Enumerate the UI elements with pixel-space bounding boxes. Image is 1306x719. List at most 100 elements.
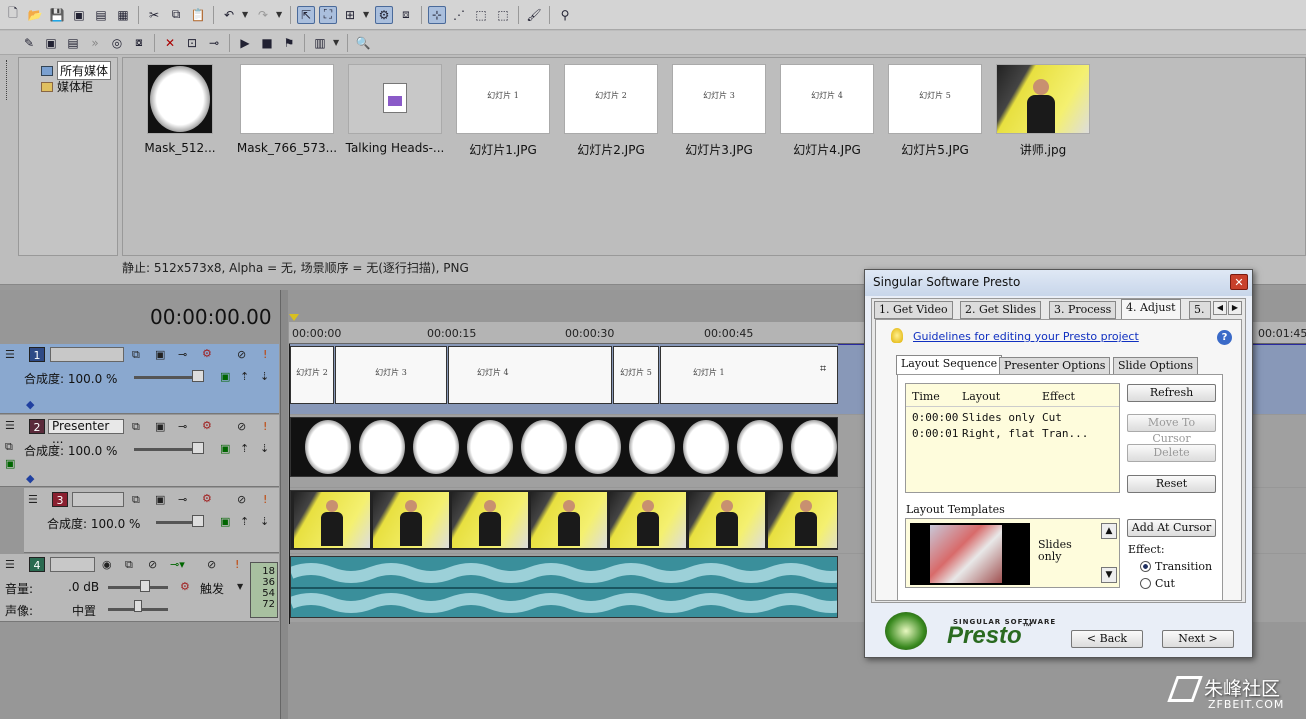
paste-icon[interactable]: 📋 (189, 6, 207, 24)
volume-slider[interactable] (108, 586, 168, 589)
tab-scroll-left-icon[interactable]: ◀ (1213, 301, 1227, 315)
cut-icon[interactable]: ✂ (145, 6, 163, 24)
track-header-splitter[interactable] (280, 290, 288, 719)
track-mute-icon[interactable]: ⊘ (207, 558, 216, 571)
back-button[interactable]: < Back (1071, 630, 1143, 648)
media-thumbnail[interactable] (240, 64, 334, 134)
opacity-slider-knob[interactable] (192, 370, 204, 382)
tab-scroll-right-icon[interactable]: ▶ (1228, 301, 1242, 315)
burn-icon[interactable]: ◎ (108, 34, 126, 52)
pan-slider-knob[interactable] (134, 600, 142, 612)
track-fx-icon[interactable]: ▣ (155, 348, 165, 361)
track-expand-icon[interactable]: ☰ (5, 558, 15, 571)
search-icon[interactable]: 🔍 (354, 34, 372, 52)
refresh-button[interactable]: Refresh (1127, 384, 1216, 402)
presenter-clip[interactable] (290, 490, 838, 550)
track-up-icon[interactable]: ⇡ (240, 515, 249, 528)
track-name-field[interactable] (72, 492, 124, 507)
track-expand-icon[interactable]: ☰ (28, 493, 38, 506)
reset-button[interactable]: Reset (1127, 475, 1216, 493)
web-icon[interactable]: » (86, 34, 104, 52)
track-fx-icon[interactable]: ⧉ (125, 558, 133, 572)
tab-get-slides[interactable]: 2. Get Slides (960, 301, 1041, 319)
stop-icon[interactable]: ■ (258, 34, 276, 52)
cursor-marker-icon[interactable] (289, 314, 299, 321)
opacity-slider-knob[interactable] (192, 515, 204, 527)
track-diamond-icon[interactable]: ◆ (26, 398, 34, 411)
template-scroll-down-icon[interactable]: ▼ (1101, 567, 1117, 583)
subtab-layout-sequence[interactable]: Layout Sequence (896, 355, 1003, 375)
selection-dropdown-icon[interactable]: ▼ (363, 10, 371, 19)
track-motion-icon[interactable]: ⧉ (132, 420, 140, 434)
redo-dropdown-icon[interactable]: ▼ (276, 10, 284, 19)
tab-adjust[interactable]: 4. Adjust (1121, 299, 1181, 320)
slide-clip[interactable]: 幻灯片 5 (613, 346, 659, 404)
ignore-grouping-icon[interactable]: ⋰ (450, 6, 468, 24)
move-to-cursor-button[interactable]: Move To Cursor (1127, 414, 1216, 445)
template-list[interactable]: Slides only ▲ ▼ (905, 518, 1120, 588)
layout-sequence-table[interactable]: Time Layout Effect 0:00:00 Slides only C… (905, 383, 1120, 493)
slide-clip[interactable]: 幻灯片 4 (448, 346, 612, 404)
guidelines-link[interactable]: Guidelines for editing your Presto proje… (913, 330, 1139, 343)
tab-process[interactable]: 3. Process (1049, 301, 1117, 319)
track-down-icon[interactable]: ⇣ (260, 515, 269, 528)
envelope-edit-icon[interactable]: ⛶ (319, 5, 337, 24)
track-diamond-icon[interactable]: ◆ (26, 472, 34, 485)
track-name-field[interactable] (50, 347, 124, 362)
next-button[interactable]: Next > (1162, 630, 1234, 648)
media-fx-icon[interactable]: ⊡ (183, 34, 201, 52)
media-thumbnail[interactable] (348, 64, 442, 134)
phase-icon[interactable]: ⊘ (148, 558, 157, 571)
media-thumbnail[interactable] (996, 64, 1090, 134)
auto-ripple-icon[interactable]: ⚙ (375, 5, 393, 24)
track-solo-icon[interactable]: ! (263, 348, 267, 361)
delete-icon[interactable]: ✕ (161, 34, 179, 52)
tab-5[interactable]: 5. (1189, 301, 1211, 319)
close-icon[interactable]: ✕ (1230, 274, 1248, 290)
auto-crossfade-icon[interactable]: ⬚ (472, 6, 490, 24)
track-solo-icon[interactable]: ! (235, 558, 239, 571)
tab-get-video[interactable]: 1. Get Video (874, 301, 953, 319)
track-fx-icon[interactable]: ▣ (155, 493, 165, 506)
properties-icon[interactable]: ⧇ (130, 34, 148, 52)
help-icon[interactable]: ⚲ (556, 6, 574, 24)
track-solo-icon[interactable]: ! (263, 420, 267, 433)
mask-clip[interactable] (290, 417, 838, 477)
track-solo-icon[interactable]: ! (263, 493, 267, 506)
selection-icon[interactable]: ⊞ (341, 6, 359, 24)
radio-icon[interactable] (1140, 578, 1151, 589)
media-thumbnail[interactable]: 幻灯片 2 (564, 64, 658, 134)
track-motion-icon[interactable]: ⧉ (132, 493, 140, 507)
save-icon[interactable]: 💾 (48, 6, 66, 24)
effect-option-cut[interactable]: Cut (1140, 577, 1175, 590)
redo-icon[interactable]: ↷ (254, 6, 272, 24)
record-arm-icon[interactable]: ◉ (102, 558, 112, 571)
media-thumbnail[interactable]: 幻灯片 3 (672, 64, 766, 134)
tree-item-media-bins[interactable]: 媒体柜 (41, 78, 93, 95)
track-name-field[interactable]: Presenter ... (48, 419, 124, 446)
properties-icon[interactable]: ▦ (114, 6, 132, 24)
pan-icon[interactable]: ⊸ (205, 34, 223, 52)
help-icon[interactable]: ? (1217, 330, 1232, 345)
track-gear-icon[interactable]: ⚙ (202, 419, 212, 432)
template-scroll-up-icon[interactable]: ▲ (1101, 523, 1117, 539)
slide-clip[interactable]: 幻灯片 2 (290, 346, 334, 404)
get-media-icon[interactable]: ▤ (64, 34, 82, 52)
track-gear-icon[interactable]: ⚙ (202, 492, 212, 505)
delete-button[interactable]: Delete (1127, 444, 1216, 462)
automation-mode-label[interactable]: 触发 (200, 580, 224, 597)
media-thumbnail[interactable]: 幻灯片 4 (780, 64, 874, 134)
views-dropdown-icon[interactable]: ▼ (333, 38, 341, 47)
lock-envelopes-icon[interactable]: ⧈ (397, 6, 415, 24)
track-mute-icon[interactable]: ⊘ (237, 420, 246, 433)
import-icon[interactable]: ✎ (20, 34, 38, 52)
new-icon[interactable]: 🗋 (4, 6, 22, 24)
subtab-presenter-options[interactable]: Presenter Options (999, 357, 1111, 375)
views-icon[interactable]: ▥ (311, 34, 329, 52)
track-composite-mode-icon[interactable]: ▣ (5, 457, 15, 470)
subtab-slide-options[interactable]: Slide Options (1113, 357, 1198, 375)
media-thumbnail[interactable] (147, 64, 213, 134)
brush-icon[interactable]: 🖌 (525, 6, 543, 24)
media-thumbnail[interactable]: 幻灯片 1 (456, 64, 550, 134)
add-at-cursor-button[interactable]: Add At Cursor (1127, 519, 1216, 537)
